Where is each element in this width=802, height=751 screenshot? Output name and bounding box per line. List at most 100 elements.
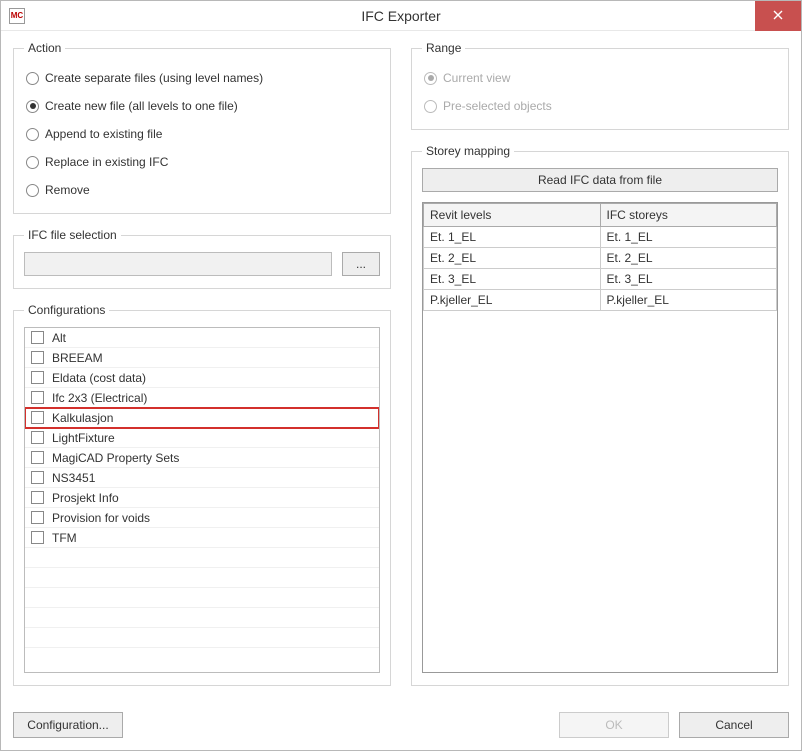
revit-level-cell: Et. 2_EL [424, 248, 601, 269]
ifc-storey-cell: Et. 1_EL [600, 227, 777, 248]
configuration-item-empty [25, 588, 379, 608]
ifc-storey-cell: Et. 2_EL [600, 248, 777, 269]
storey-header-ifc[interactable]: IFC storeys [600, 204, 777, 227]
checkbox-icon [31, 471, 44, 484]
revit-level-cell: Et. 1_EL [424, 227, 601, 248]
window-title: IFC Exporter [1, 8, 801, 24]
configuration-item[interactable]: Eldata (cost data) [25, 368, 379, 388]
checkbox-icon [31, 431, 44, 444]
radio-label: Remove [45, 183, 90, 197]
checkbox-icon [31, 451, 44, 464]
radio-icon [424, 100, 437, 113]
range-option: Current view [424, 71, 778, 85]
checkbox-icon [31, 391, 44, 404]
checkbox-icon [31, 351, 44, 364]
table-row[interactable]: P.kjeller_ELP.kjeller_EL [424, 290, 777, 311]
configuration-item[interactable]: NS3451 [25, 468, 379, 488]
action-option[interactable]: Remove [26, 183, 380, 197]
configuration-label: Prosjekt Info [52, 491, 119, 505]
radio-icon [26, 156, 39, 169]
ifc-storey-cell: Et. 3_EL [600, 269, 777, 290]
configuration-item[interactable]: Prosjekt Info [25, 488, 379, 508]
configuration-label: NS3451 [52, 471, 95, 485]
checkbox-icon [31, 371, 44, 384]
ifc-storey-cell: P.kjeller_EL [600, 290, 777, 311]
configuration-label: Kalkulasjon [52, 411, 113, 425]
configuration-label: Ifc 2x3 (Electrical) [52, 391, 147, 405]
action-legend: Action [24, 41, 65, 55]
configurations-list[interactable]: Alt BREEAM Eldata (cost data) Ifc 2x3 (Elec… [24, 327, 380, 673]
radio-label: Create separate files (using level names… [45, 71, 263, 85]
checkbox-icon [31, 531, 44, 544]
configuration-label: LightFixture [52, 431, 115, 445]
radio-label: Replace in existing IFC [45, 155, 168, 169]
ok-button[interactable]: OK [559, 712, 669, 738]
range-legend: Range [422, 41, 465, 55]
left-column: Action Create separate files (using leve… [13, 41, 391, 700]
configuration-label: BREEAM [52, 351, 103, 365]
configurations-legend: Configurations [24, 303, 109, 317]
configuration-item[interactable]: Kalkulasjon [25, 408, 379, 428]
radio-label: Pre-selected objects [443, 99, 552, 113]
configuration-item-empty [25, 608, 379, 628]
ifc-exporter-window: MC IFC Exporter Action Create separate f… [0, 0, 802, 751]
footer: Configuration... OK Cancel [13, 700, 789, 738]
read-ifc-button[interactable]: Read IFC data from file [422, 168, 778, 192]
action-option[interactable]: Create new file (all levels to one file) [26, 99, 380, 113]
configuration-item-empty [25, 628, 379, 648]
configuration-item[interactable]: BREEAM [25, 348, 379, 368]
close-button[interactable] [755, 1, 801, 31]
columns: Action Create separate files (using leve… [13, 41, 789, 700]
close-icon [773, 9, 783, 23]
storey-table: Revit levels IFC storeys Et. 1_ELEt. 1_E… [423, 203, 777, 311]
action-option[interactable]: Replace in existing IFC [26, 155, 380, 169]
radio-label: Current view [443, 71, 510, 85]
configuration-label: Provision for voids [52, 511, 150, 525]
range-group: Range Current view Pre-selected objects [411, 41, 789, 130]
cancel-button[interactable]: Cancel [679, 712, 789, 738]
storey-header-revit[interactable]: Revit levels [424, 204, 601, 227]
content-area: Action Create separate files (using leve… [1, 31, 801, 750]
configuration-item[interactable]: Alt [25, 328, 379, 348]
radio-icon [26, 184, 39, 197]
radio-label: Create new file (all levels to one file) [45, 99, 238, 113]
storey-mapping-group: Storey mapping Read IFC data from file R… [411, 144, 789, 686]
configuration-item[interactable]: LightFixture [25, 428, 379, 448]
titlebar: MC IFC Exporter [1, 1, 801, 31]
radio-label: Append to existing file [45, 127, 162, 141]
configuration-label: Eldata (cost data) [52, 371, 146, 385]
storey-mapping-legend: Storey mapping [422, 144, 514, 158]
file-selection-group: IFC file selection ... [13, 228, 391, 289]
configuration-item[interactable]: MagiCAD Property Sets [25, 448, 379, 468]
configuration-item[interactable]: TFM [25, 528, 379, 548]
action-group: Action Create separate files (using leve… [13, 41, 391, 214]
checkbox-icon [31, 411, 44, 424]
table-row[interactable]: Et. 3_ELEt. 3_EL [424, 269, 777, 290]
table-row[interactable]: Et. 2_ELEt. 2_EL [424, 248, 777, 269]
configurations-group: Configurations Alt BREEAM Eldata (cost dat… [13, 303, 391, 686]
checkbox-icon [31, 491, 44, 504]
browse-button[interactable]: ... [342, 252, 380, 276]
configuration-label: TFM [52, 531, 77, 545]
configuration-item-empty [25, 548, 379, 568]
configuration-item[interactable]: Provision for voids [25, 508, 379, 528]
configuration-button[interactable]: Configuration... [13, 712, 123, 738]
action-option[interactable]: Append to existing file [26, 127, 380, 141]
radio-icon [26, 128, 39, 141]
action-option[interactable]: Create separate files (using level names… [26, 71, 380, 85]
configuration-label: Alt [52, 331, 66, 345]
file-path-input[interactable] [24, 252, 332, 276]
revit-level-cell: Et. 3_EL [424, 269, 601, 290]
table-row[interactable]: Et. 1_ELEt. 1_EL [424, 227, 777, 248]
radio-icon [26, 100, 39, 113]
checkbox-icon [31, 511, 44, 524]
range-option: Pre-selected objects [424, 99, 778, 113]
right-column: Range Current view Pre-selected objects S… [411, 41, 789, 700]
configuration-item[interactable]: Ifc 2x3 (Electrical) [25, 388, 379, 408]
revit-level-cell: P.kjeller_EL [424, 290, 601, 311]
file-selection-legend: IFC file selection [24, 228, 121, 242]
radio-icon [424, 72, 437, 85]
app-icon: MC [9, 8, 25, 24]
configuration-label: MagiCAD Property Sets [52, 451, 179, 465]
storey-table-wrap[interactable]: Revit levels IFC storeys Et. 1_ELEt. 1_E… [422, 202, 778, 673]
